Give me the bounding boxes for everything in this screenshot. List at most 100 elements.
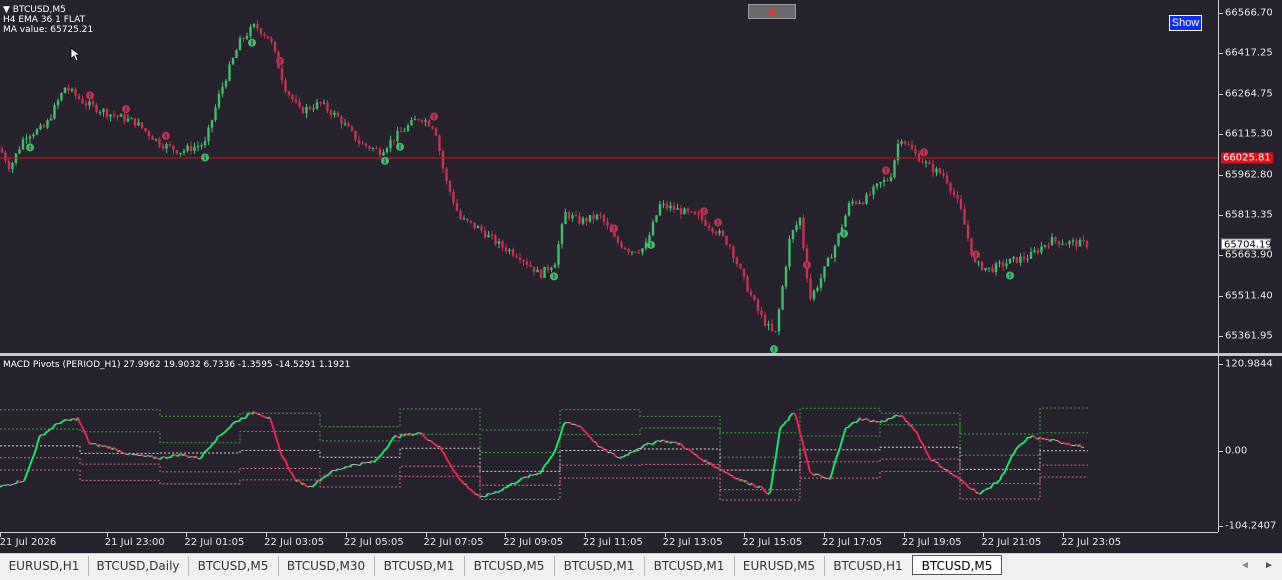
chart-tab[interactable]: BTCUSD,Daily <box>88 556 189 576</box>
candlestick-chart[interactable] <box>0 0 1218 353</box>
candle <box>921 158 923 163</box>
macd-line-segment <box>612 453 614 454</box>
candle <box>561 223 563 249</box>
macd-line-segment <box>224 431 226 433</box>
chart-tab[interactable]: BTCUSD,M1 <box>374 556 465 576</box>
candle <box>18 146 20 154</box>
candle <box>333 110 335 117</box>
chart-tab[interactable]: EURUSD,M5 <box>734 556 825 576</box>
candle <box>739 263 741 269</box>
chart-tab[interactable]: BTCUSD,M1 <box>644 556 735 576</box>
macd-line-segment <box>36 442 38 450</box>
macd-line-segment <box>692 452 694 454</box>
candle <box>690 211 692 213</box>
macd-line-segment <box>160 457 162 459</box>
tab-scroll-right-icon[interactable]: ► <box>1264 560 1274 571</box>
hline-price-badge[interactable]: 66025.81 <box>1221 153 1273 164</box>
price-pane[interactable]: ▼ BTCUSD,M5 H4 EMA 36 1 FLAT MA value: 6… <box>0 0 1218 353</box>
candle <box>834 244 836 262</box>
macd-axis[interactable]: 120.98440.00-104.2407 <box>1218 356 1282 532</box>
macd-line-segment <box>1062 443 1064 444</box>
chart-tab[interactable]: BTCUSD,M5 <box>912 555 1002 575</box>
candle <box>11 162 13 173</box>
macd-line-segment <box>436 445 438 446</box>
macd-line-segment <box>1082 447 1084 448</box>
time-tick-label: 22 Jul 13:05 <box>663 537 723 548</box>
macd-line-segment <box>942 467 944 469</box>
macd-line-segment <box>228 427 230 428</box>
chart-tab-bar: EURUSD,H1BTCUSD,DailyBTCUSD,M5BTCUSD,M30… <box>0 553 1282 580</box>
collapse-triangle-icon[interactable]: ▼ <box>3 5 13 15</box>
chart-tab[interactable]: BTCUSD,M30 <box>278 556 375 576</box>
candle <box>99 110 101 115</box>
macd-line-segment <box>2 485 4 486</box>
chart-tab[interactable]: BTCUSD,M5 <box>188 556 279 576</box>
price-axis[interactable]: 66566.7066417.2566264.7566115.3065962.80… <box>1218 0 1282 353</box>
macd-pivots-chart[interactable] <box>0 356 1218 532</box>
macd-line-segment <box>968 487 970 488</box>
candle <box>785 265 787 289</box>
candle <box>326 100 328 113</box>
candle <box>634 251 636 253</box>
macd-line-segment <box>914 430 916 431</box>
macd-line-segment <box>668 441 670 443</box>
macd-line-segment <box>670 442 672 443</box>
macd-line-segment <box>312 485 314 486</box>
candle <box>53 103 55 120</box>
macd-line-segment <box>342 468 344 469</box>
macd-pane[interactable]: MACD Pivots (PERIOD_H1) 27.9962 19.9032 … <box>0 356 1218 532</box>
macd-line-segment <box>760 486 762 487</box>
candle <box>480 224 482 233</box>
candle <box>141 122 143 129</box>
candle <box>368 145 370 151</box>
candle <box>1040 242 1042 255</box>
macd-line-segment <box>506 486 508 488</box>
macd-line-segment <box>476 494 478 495</box>
chart-window[interactable]: ▼ BTCUSD,M5 H4 EMA 36 1 FLAT MA value: 6… <box>0 0 1282 553</box>
macd-tick-label: 0.00 <box>1225 446 1247 457</box>
candle <box>200 143 202 150</box>
candle <box>774 331 776 333</box>
macd-line-segment <box>360 463 362 466</box>
macd-line-segment <box>472 491 474 493</box>
tab-scroll-left-icon[interactable]: ◄ <box>1240 560 1250 571</box>
macd-line-segment <box>442 451 444 453</box>
macd-line-segment <box>938 463 940 467</box>
show-button[interactable]: Show <box>1169 15 1202 31</box>
bt-button[interactable]: bt <box>748 4 796 19</box>
candle <box>582 216 584 225</box>
candle <box>183 149 185 156</box>
macd-tick-label: -104.2407 <box>1225 521 1276 532</box>
time-axis[interactable]: 21 Jul 202621 Jul 23:0022 Jul 01:0522 Ju… <box>0 532 1218 554</box>
chart-tab[interactable]: BTCUSD,M5 <box>464 556 555 576</box>
macd-line-segment <box>452 468 454 471</box>
candle <box>43 124 45 128</box>
macd-line-segment <box>548 459 550 463</box>
candle <box>305 104 307 118</box>
candle <box>718 228 720 236</box>
candle <box>109 114 111 121</box>
candle <box>169 141 171 147</box>
macd-line-segment <box>38 435 40 441</box>
chart-tab[interactable]: EURUSD,H1 <box>0 556 89 576</box>
candle <box>830 254 832 259</box>
candle <box>158 137 160 148</box>
price-tick-label: 65663.90 <box>1225 250 1273 261</box>
chart-tab[interactable]: BTCUSD,H1 <box>824 556 913 576</box>
candle <box>144 128 146 133</box>
symbol-label[interactable]: ▼ BTCUSD,M5 <box>3 5 93 15</box>
candle <box>977 261 979 267</box>
macd-line-segment <box>266 418 268 419</box>
macd-line-segment <box>624 455 626 457</box>
time-tick-label: 22 Jul 15:05 <box>742 537 802 548</box>
macd-line-segment <box>386 447 388 450</box>
price-tick-label: 66115.30 <box>1225 129 1273 140</box>
macd-line-segment <box>120 451 122 453</box>
candle <box>50 114 52 121</box>
candle <box>323 100 325 105</box>
chart-tab[interactable]: BTCUSD,M1 <box>554 556 645 576</box>
macd-line-segment <box>60 422 62 423</box>
macd-line-segment <box>212 443 214 445</box>
candle <box>228 61 230 81</box>
macd-line-segment <box>822 477 824 478</box>
